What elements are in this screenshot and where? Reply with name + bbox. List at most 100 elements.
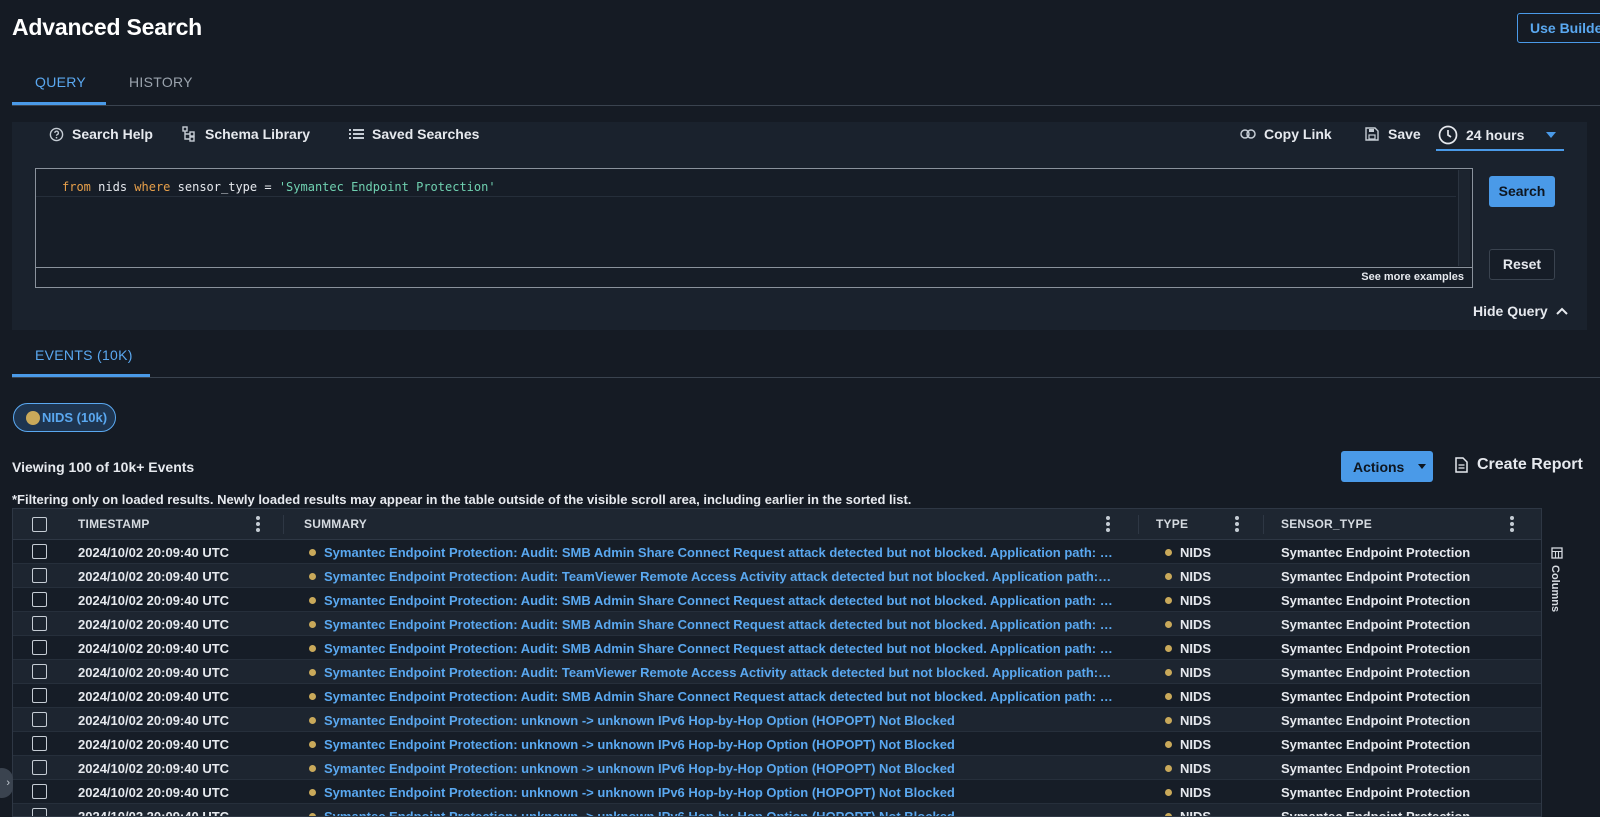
cell-summary-link[interactable]: Symantec Endpoint Protection: Audit: SMB… xyxy=(324,593,1114,608)
table-row[interactable]: 2024/10/02 20:09:40 UTC Symantec Endpoint… xyxy=(13,588,1541,612)
row-checkbox[interactable] xyxy=(32,592,47,607)
row-checkbox[interactable] xyxy=(32,664,47,679)
tab-query[interactable]: QUERY xyxy=(35,74,86,90)
query-source: nids xyxy=(98,180,128,194)
status-dot-icon xyxy=(309,813,316,816)
saved-searches-label: Saved Searches xyxy=(372,126,480,142)
hide-query-label: Hide Query xyxy=(1473,303,1548,319)
table-row[interactable]: 2024/10/02 20:09:40 UTC Symantec Endpoint… xyxy=(13,612,1541,636)
saved-searches-button[interactable]: Saved Searches xyxy=(348,126,479,142)
create-report-button[interactable]: Create Report xyxy=(1453,456,1583,474)
row-checkbox[interactable] xyxy=(32,808,47,816)
time-range-select[interactable]: 24 hours xyxy=(1436,121,1564,151)
cell-summary-link[interactable]: Symantec Endpoint Protection: Audit: Tea… xyxy=(324,665,1114,680)
table-row[interactable]: 2024/10/02 20:09:40 UTC Symantec Endpoint… xyxy=(13,804,1541,817)
row-checkbox[interactable] xyxy=(32,712,47,727)
row-checkbox[interactable] xyxy=(32,760,47,775)
status-dot-icon xyxy=(309,645,316,652)
type-dot-icon xyxy=(1165,717,1172,724)
type-column-menu-icon[interactable] xyxy=(1235,516,1239,532)
cell-summary-link[interactable]: Symantec Endpoint Protection: Audit: Tea… xyxy=(324,569,1114,584)
row-checkbox[interactable] xyxy=(32,640,47,655)
cell-timestamp: 2024/10/02 20:09:40 UTC xyxy=(78,593,230,608)
cell-sensor-type: Symantec Endpoint Protection xyxy=(1281,689,1471,704)
row-checkbox[interactable] xyxy=(32,544,47,559)
table-row[interactable]: 2024/10/02 20:09:40 UTC Symantec Endpoint… xyxy=(13,756,1541,780)
cell-sensor-type: Symantec Endpoint Protection xyxy=(1281,569,1471,584)
table-row[interactable]: 2024/10/02 20:09:40 UTC Symantec Endpoint… xyxy=(13,660,1541,684)
row-checkbox[interactable] xyxy=(32,568,47,583)
cell-summary-link[interactable]: Symantec Endpoint Protection: unknown ->… xyxy=(324,785,1114,800)
table-row[interactable]: 2024/10/02 20:09:40 UTC Symantec Endpoint… xyxy=(13,636,1541,660)
copy-link-button[interactable]: Copy Link xyxy=(1240,126,1332,142)
reset-button[interactable]: Reset xyxy=(1489,249,1555,280)
type-dot-icon xyxy=(1165,573,1172,580)
search-button[interactable]: Search xyxy=(1489,176,1555,207)
columns-panel-toggle[interactable]: Columns xyxy=(1545,545,1569,817)
type-dot-icon xyxy=(1165,693,1172,700)
schema-library-label: Schema Library xyxy=(205,126,311,142)
cell-summary-link[interactable]: Symantec Endpoint Protection: unknown ->… xyxy=(324,713,1114,728)
status-dot-icon xyxy=(309,669,316,676)
cell-summary-link[interactable]: Symantec Endpoint Protection: unknown ->… xyxy=(324,761,1114,776)
copy-link-label: Copy Link xyxy=(1264,126,1332,142)
type-dot-icon xyxy=(1165,741,1172,748)
cell-summary-link[interactable]: Symantec Endpoint Protection: Audit: SMB… xyxy=(324,617,1114,632)
column-header-sensor-type[interactable]: SENSOR_TYPE xyxy=(1281,517,1372,531)
timestamp-column-menu-icon[interactable] xyxy=(256,516,260,532)
search-help-button[interactable]: Search Help xyxy=(48,126,153,142)
row-checkbox[interactable] xyxy=(32,688,47,703)
row-checkbox[interactable] xyxy=(32,784,47,799)
editor-scrollbar[interactable] xyxy=(1458,170,1470,266)
cell-timestamp: 2024/10/02 20:09:40 UTC xyxy=(78,737,230,752)
cell-summary-link[interactable]: Symantec Endpoint Protection: Audit: SMB… xyxy=(324,689,1114,704)
see-more-examples-link[interactable]: See more examples xyxy=(1361,271,1464,283)
cell-summary-link[interactable]: Symantec Endpoint Protection: Audit: SMB… xyxy=(324,545,1114,560)
cell-summary-link[interactable]: Symantec Endpoint Protection: unknown ->… xyxy=(324,737,1114,752)
table-row[interactable]: 2024/10/02 20:09:40 UTC Symantec Endpoint… xyxy=(13,564,1541,588)
cell-summary-link[interactable]: Symantec Endpoint Protection: unknown ->… xyxy=(324,809,1114,816)
use-builder-button[interactable]: Use Builder xyxy=(1517,13,1600,43)
table-row[interactable]: 2024/10/02 20:09:40 UTC Symantec Endpoint… xyxy=(13,732,1541,756)
cell-sensor-type: Symantec Endpoint Protection xyxy=(1281,785,1471,800)
column-header-timestamp[interactable]: TIMESTAMP xyxy=(78,517,150,531)
column-divider[interactable] xyxy=(283,515,284,534)
column-divider[interactable] xyxy=(1263,515,1264,534)
row-checkbox[interactable] xyxy=(32,736,47,751)
row-checkbox[interactable] xyxy=(32,616,47,631)
summary-column-menu-icon[interactable] xyxy=(1106,516,1110,532)
table-row[interactable]: 2024/10/02 20:09:40 UTC Symantec Endpoint… xyxy=(13,708,1541,732)
hide-query-toggle[interactable]: Hide Query xyxy=(1473,303,1570,319)
cell-timestamp: 2024/10/02 20:09:40 UTC xyxy=(78,545,230,560)
query-editor[interactable]: from nids where sensor_type = 'Symantec … xyxy=(35,168,1473,288)
time-range-value: 24 hours xyxy=(1466,127,1525,143)
status-dot-icon xyxy=(309,789,316,796)
column-header-summary[interactable]: SUMMARY xyxy=(304,517,367,531)
schema-library-button[interactable]: Schema Library xyxy=(181,126,310,142)
cell-sensor-type: Symantec Endpoint Protection xyxy=(1281,809,1471,817)
cell-summary-link[interactable]: Symantec Endpoint Protection: Audit: SMB… xyxy=(324,641,1114,656)
select-all-checkbox[interactable] xyxy=(32,517,47,532)
tab-history[interactable]: HISTORY xyxy=(129,74,193,90)
sensor-type-column-menu-icon[interactable] xyxy=(1510,516,1514,532)
type-dot-icon xyxy=(1165,789,1172,796)
actions-button[interactable]: Actions xyxy=(1341,451,1433,482)
columns-icon xyxy=(1549,545,1565,561)
filter-note: *Filtering only on loaded results. Newly… xyxy=(12,492,912,507)
table-row[interactable]: 2024/10/02 20:09:40 UTC Symantec Endpoint… xyxy=(13,684,1541,708)
cell-sensor-type: Symantec Endpoint Protection xyxy=(1281,545,1471,560)
save-button[interactable]: Save xyxy=(1364,126,1421,142)
column-header-type[interactable]: TYPE xyxy=(1156,517,1188,531)
nids-filter-chip[interactable]: NIDS (10k) xyxy=(13,403,116,432)
table-row[interactable]: 2024/10/02 20:09:40 UTC Symantec Endpoint… xyxy=(13,540,1541,564)
query-line[interactable]: from nids where sensor_type = 'Symantec … xyxy=(36,177,1456,197)
tab-events[interactable]: EVENTS (10K) xyxy=(35,347,133,363)
table-row[interactable]: 2024/10/02 20:09:40 UTC Symantec Endpoint… xyxy=(13,780,1541,804)
status-dot-icon xyxy=(309,717,316,724)
cell-sensor-type: Symantec Endpoint Protection xyxy=(1281,641,1471,656)
events-tabs: EVENTS (10K) xyxy=(12,340,1600,378)
link-icon xyxy=(1240,126,1256,142)
column-divider[interactable] xyxy=(1138,515,1139,534)
cell-type: NIDS xyxy=(1180,761,1212,776)
cell-type: NIDS xyxy=(1180,617,1212,632)
